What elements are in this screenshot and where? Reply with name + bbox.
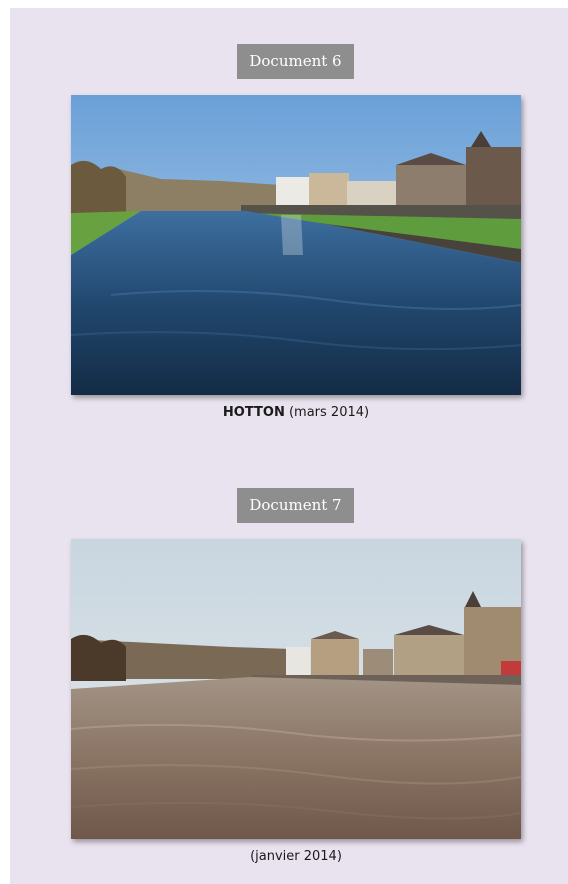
document-6-label: Document 6: [237, 44, 354, 79]
document-7-label: Document 7: [237, 488, 354, 523]
document-7-caption: (janvier 2014): [71, 849, 521, 864]
caption-place: HOTTON: [222, 405, 285, 420]
document-6-caption: HOTTON (mars 2014): [71, 405, 521, 420]
caption-date: (mars 2014): [288, 405, 370, 420]
photo-river-calm: [71, 95, 521, 395]
caption-date: (janvier 2014): [250, 849, 342, 864]
photo-river-flood: [71, 539, 521, 839]
